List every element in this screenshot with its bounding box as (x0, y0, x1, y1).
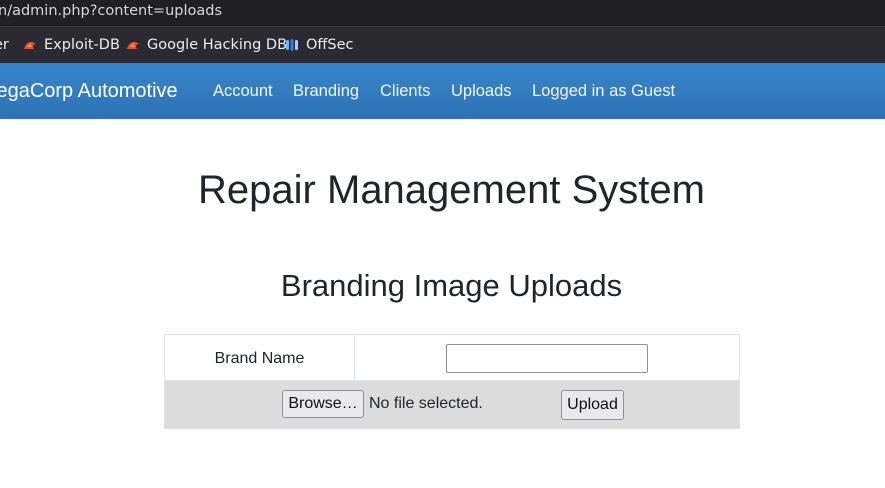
bookmark-label: OffSec (306, 37, 354, 53)
offsec-icon (285, 38, 299, 52)
section-heading: Branding Image Uploads (280, 268, 623, 303)
nav-link-clients[interactable]: Clients (380, 63, 430, 119)
bookmark-google-hacking-db[interactable]: Google Hacking DB (126, 27, 287, 63)
file-status-text: No file selected. (369, 395, 483, 412)
nav-link-uploads[interactable]: Uploads (451, 63, 512, 119)
bookmark-label: er (0, 37, 9, 53)
bookmarks-toolbar: er Exploit-DB Google Hacking DB OffSec (0, 26, 885, 63)
page-title: Repair Management System (198, 168, 705, 212)
bookmark-label: Google Hacking DB (147, 37, 288, 53)
bookmark-cut-off[interactable]: er (0, 27, 9, 63)
upload-button[interactable]: Upload (561, 390, 624, 420)
bookmark-label: Exploit-DB (44, 37, 120, 53)
nav-logged-in-status[interactable]: Logged in as Guest (532, 63, 675, 119)
address-bar[interactable]: n/admin.php?content=uploads (0, 0, 885, 26)
bookmark-exploit-db[interactable]: Exploit-DB (23, 27, 120, 63)
navbar-brand[interactable]: legaCorp Automotive (0, 63, 178, 119)
exploit-db-icon (126, 38, 140, 52)
brand-name-input[interactable] (446, 344, 648, 373)
upload-form: Brand Name Browse… No file selected. Upl… (164, 334, 740, 429)
form-row-file-upload: Browse… No file selected. Upload (164, 381, 740, 429)
form-row-brand-name: Brand Name (164, 334, 740, 381)
browse-button[interactable]: Browse… (282, 390, 364, 418)
nav-link-account[interactable]: Account (213, 63, 273, 119)
bookmark-offsec[interactable]: OffSec (285, 27, 354, 63)
exploit-db-icon (23, 38, 37, 52)
site-navbar: legaCorp Automotive Account Branding Cli… (0, 63, 885, 119)
brand-name-label: Brand Name (165, 335, 355, 380)
nav-link-branding[interactable]: Branding (293, 63, 359, 119)
url-text: n/admin.php?content=uploads (0, 3, 223, 19)
